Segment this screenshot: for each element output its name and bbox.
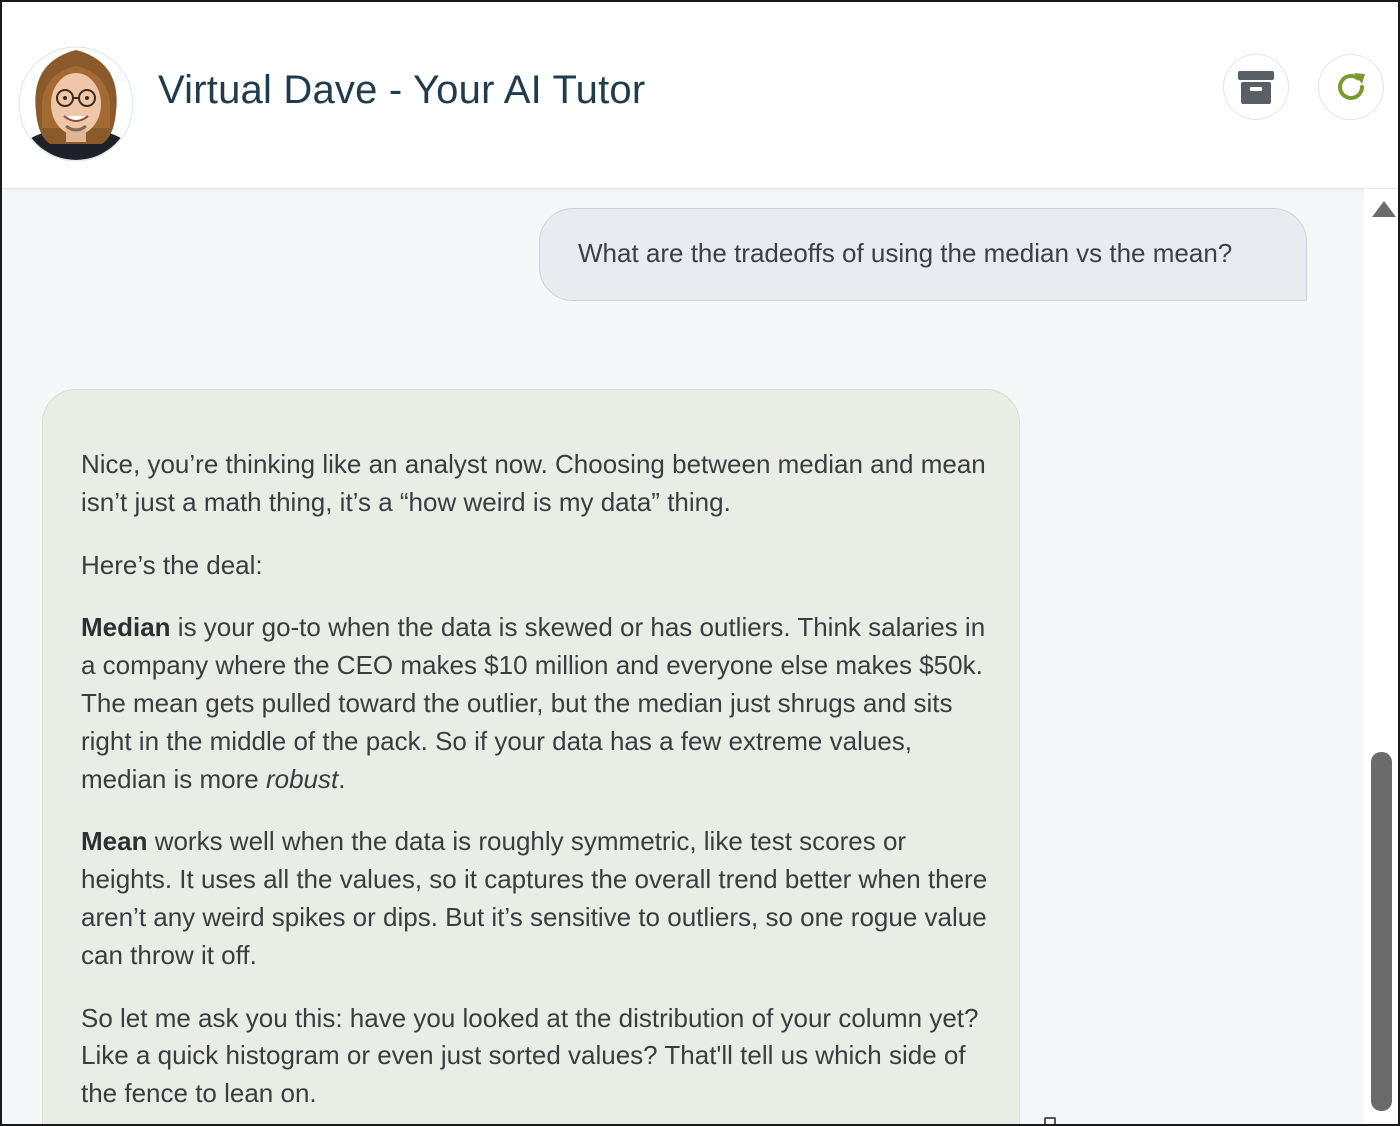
user-message: What are the tradeoffs of using the medi… [539, 208, 1307, 301]
user-message-text: What are the tradeoffs of using the medi… [578, 238, 1233, 268]
scrollbar-thumb[interactable] [1371, 752, 1392, 1111]
tutor-window: Virtual Dave - Your AI Tutor What are th… [0, 0, 1400, 1126]
mean-term: Mean [81, 826, 148, 857]
tutor-avatar [18, 46, 134, 162]
scroll-up-arrow-icon[interactable] [1372, 201, 1396, 217]
assistant-paragraph-3: Median is your go-to when the data is sk… [81, 609, 989, 798]
median-term: Median [81, 612, 171, 643]
assistant-message: Nice, you’re thinking like an analyst no… [42, 389, 1020, 1124]
mean-explanation: works well when the data is roughly symm… [81, 826, 988, 970]
assistant-paragraph-4: Mean works well when the data is roughly… [81, 823, 989, 974]
median-explanation: is your go-to when the data is skewed or… [81, 612, 986, 794]
chat-message-area: What are the tradeoffs of using the medi… [2, 189, 1364, 1124]
archive-button[interactable] [1223, 54, 1289, 120]
assistant-paragraph-5: So let me ask you this: have you looked … [81, 1002, 979, 1109]
archive-icon [1238, 71, 1274, 104]
assistant-paragraph-1: Nice, you’re thinking like an analyst no… [81, 449, 986, 517]
page-title: Virtual Dave - Your AI Tutor [158, 68, 646, 112]
refresh-icon [1338, 73, 1365, 100]
chat-header: Virtual Dave - Your AI Tutor [2, 2, 1398, 189]
assistant-paragraph-2: Here’s the deal: [81, 549, 263, 580]
refresh-button[interactable] [1318, 54, 1384, 120]
robust-term: robust [265, 763, 339, 794]
chat-scrollbar[interactable] [1364, 189, 1398, 1124]
sentence-end: . [338, 763, 346, 794]
copy-icon[interactable] [1044, 1117, 1056, 1124]
